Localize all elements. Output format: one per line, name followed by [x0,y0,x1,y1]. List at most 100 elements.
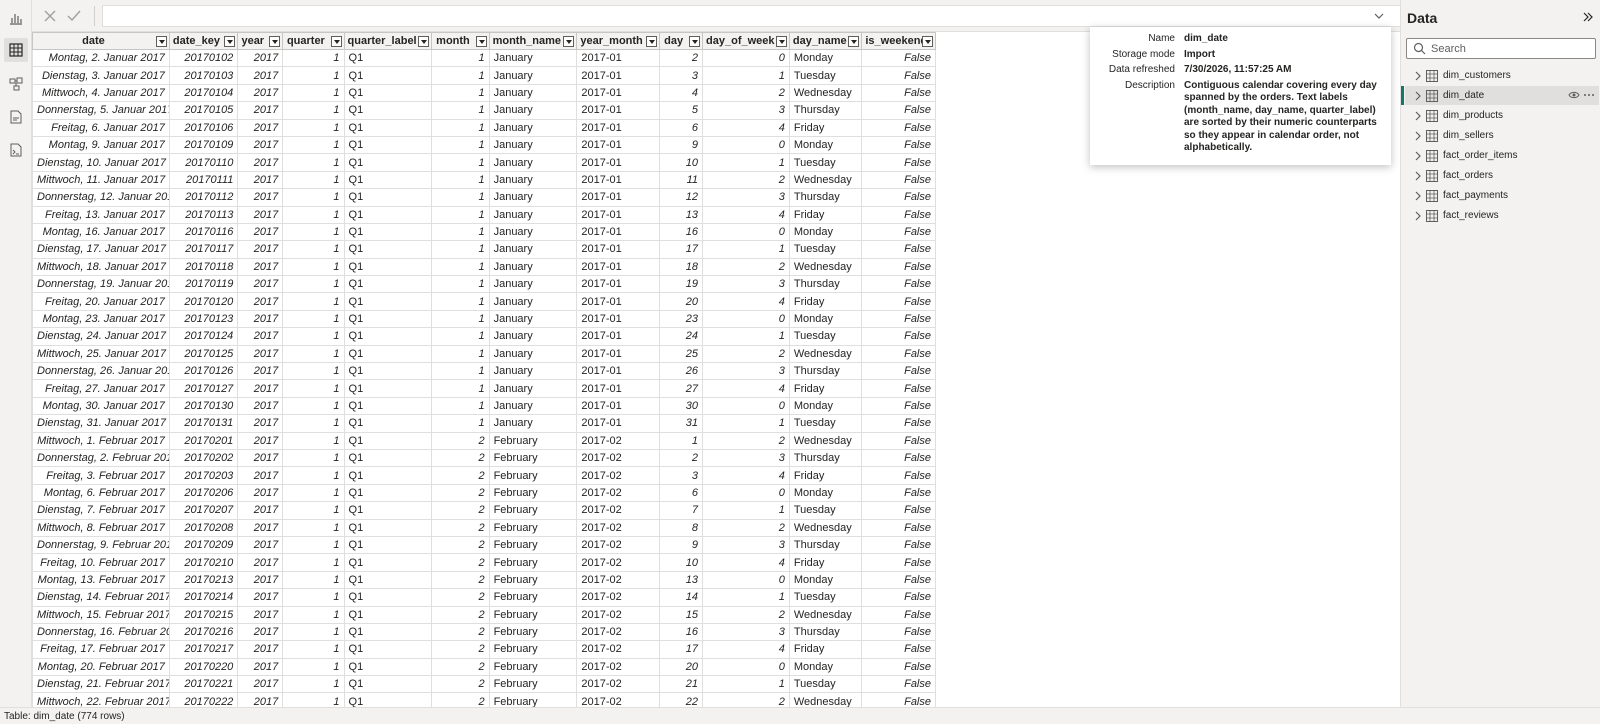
cell-quarter-label[interactable]: Q1 [343,153,433,172]
cell-date[interactable]: Donnerstag, 16. Februar 2017 [32,622,170,642]
column-header-is-weekend[interactable]: is_weekend [861,32,936,50]
cell-month[interactable]: 1 [431,83,490,103]
cell-year-month[interactable]: 2017-01 [576,66,661,85]
cell-day[interactable]: 1 [659,431,704,450]
cell-year-month[interactable]: 2017-02 [576,622,661,642]
cell-day[interactable]: 20 [659,657,704,677]
cell-quarter[interactable]: 1 [282,570,345,590]
cell-date[interactable]: Dienstag, 21. Februar 2017 [32,675,170,694]
cell-month-name[interactable]: January [488,101,578,120]
cell-date-key[interactable]: 20170126 [168,362,239,381]
cell-day-name[interactable]: Monday [788,657,863,677]
cell-day-name[interactable]: Tuesday [788,327,863,346]
column-header-day[interactable]: day [659,32,704,50]
cell-month[interactable]: 1 [431,66,490,85]
cell-day-name[interactable]: Friday [788,466,863,485]
cell-month-name[interactable]: January [488,170,578,190]
cell-date[interactable]: Freitag, 20. Januar 2017 [32,292,170,311]
cell-date[interactable]: Freitag, 17. Februar 2017 [32,640,170,659]
search-box[interactable] [1406,38,1596,59]
cell-month-name[interactable]: February [488,657,578,677]
cell-quarter[interactable]: 1 [282,535,345,555]
cell-year[interactable]: 2017 [237,222,284,242]
cell-is-weekend[interactable]: False [861,483,936,503]
cell-date-key[interactable]: 20170130 [168,396,239,416]
cell-quarter-label[interactable]: Q1 [343,118,433,137]
cell-is-weekend[interactable]: False [861,640,936,659]
cell-month-name[interactable]: January [488,135,578,155]
cell-is-weekend[interactable]: False [861,570,936,590]
cell-date[interactable]: Freitag, 13. Januar 2017 [32,205,170,224]
cell-day-of-week[interactable]: 0 [702,48,790,68]
cell-month[interactable]: 2 [431,605,490,624]
cell-is-weekend[interactable]: False [861,101,936,120]
cell-year[interactable]: 2017 [237,640,284,659]
cell-date[interactable]: Montag, 6. Februar 2017 [32,483,170,503]
cell-quarter[interactable]: 1 [282,362,345,381]
cell-month[interactable]: 2 [431,640,490,659]
column-header-year[interactable]: year [237,32,284,50]
cell-year[interactable]: 2017 [237,588,284,607]
filter-dropdown-icon[interactable] [330,36,342,47]
cell-year[interactable]: 2017 [237,518,284,537]
cell-year[interactable]: 2017 [237,414,284,433]
cell-month[interactable]: 1 [431,362,490,381]
cell-date[interactable]: Freitag, 10. Februar 2017 [32,553,170,572]
cell-quarter-label[interactable]: Q1 [343,640,433,659]
cell-quarter-label[interactable]: Q1 [343,518,433,537]
cell-day-name[interactable]: Monday [788,483,863,503]
cell-day-of-week[interactable]: 3 [702,448,790,468]
cell-day-of-week[interactable]: 3 [702,362,790,381]
cell-quarter[interactable]: 1 [282,66,345,85]
cell-year[interactable]: 2017 [237,483,284,503]
cell-day[interactable]: 11 [659,170,704,190]
cell-year-month[interactable]: 2017-02 [576,553,661,572]
cell-quarter[interactable]: 1 [282,448,345,468]
cell-date-key[interactable]: 20170118 [168,257,239,277]
cell-quarter[interactable]: 1 [282,257,345,277]
cell-quarter-label[interactable]: Q1 [343,101,433,120]
filter-dropdown-icon[interactable] [689,36,701,47]
cell-day[interactable]: 17 [659,240,704,259]
cell-quarter[interactable]: 1 [282,222,345,242]
cell-is-weekend[interactable]: False [861,535,936,555]
cell-year[interactable]: 2017 [237,170,284,190]
filter-dropdown-icon[interactable] [224,36,236,47]
cell-month-name[interactable]: January [488,292,578,311]
chevron-right-icon[interactable] [1412,150,1424,162]
cell-is-weekend[interactable]: False [861,257,936,277]
cell-year-month[interactable]: 2017-02 [576,535,661,555]
cell-quarter[interactable]: 1 [282,118,345,137]
cell-is-weekend[interactable]: False [861,692,936,707]
cell-year-month[interactable]: 2017-01 [576,275,661,294]
cell-quarter-label[interactable]: Q1 [343,692,433,707]
cell-is-weekend[interactable]: False [861,466,936,485]
cell-date[interactable]: Dienstag, 3. Januar 2017 [32,66,170,85]
cell-year[interactable]: 2017 [237,292,284,311]
cell-is-weekend[interactable]: False [861,501,936,520]
chevron-right-icon[interactable] [1412,130,1424,142]
cell-date[interactable]: Montag, 2. Januar 2017 [32,48,170,68]
cell-year[interactable]: 2017 [237,257,284,277]
cell-day-name[interactable]: Monday [788,135,863,155]
cell-is-weekend[interactable]: False [861,48,936,68]
cell-quarter[interactable]: 1 [282,101,345,120]
cell-date-key[interactable]: 20170217 [168,640,239,659]
cell-quarter-label[interactable]: Q1 [343,362,433,381]
cell-day-name[interactable]: Friday [788,292,863,311]
cell-year-month[interactable]: 2017-02 [576,675,661,694]
cell-date-key[interactable]: 20170131 [168,414,239,433]
cancel-icon[interactable] [40,6,60,26]
cell-day-of-week[interactable]: 1 [702,588,790,607]
cell-quarter[interactable]: 1 [282,344,345,364]
cell-month[interactable]: 1 [431,414,490,433]
cell-month[interactable]: 1 [431,379,490,398]
cell-year-month[interactable]: 2017-01 [576,379,661,398]
cell-day-name[interactable]: Monday [788,309,863,329]
cell-date-key[interactable]: 20170104 [168,83,239,103]
cell-quarter-label[interactable]: Q1 [343,205,433,224]
cell-date[interactable]: Dienstag, 31. Januar 2017 [32,414,170,433]
cell-year[interactable]: 2017 [237,379,284,398]
cell-quarter[interactable]: 1 [282,692,345,707]
cell-month[interactable]: 1 [431,396,490,416]
